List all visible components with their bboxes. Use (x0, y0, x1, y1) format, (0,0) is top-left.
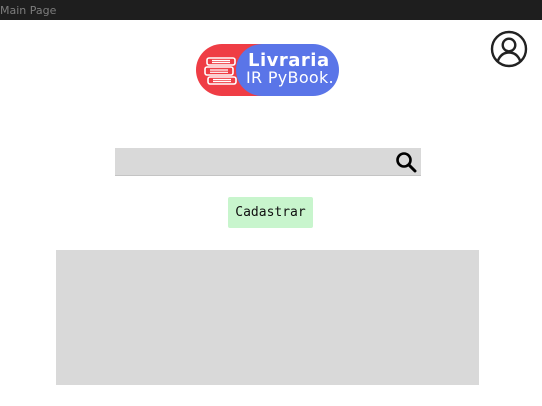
search-icon[interactable] (395, 151, 417, 173)
register-button[interactable]: Cadastrar (228, 197, 313, 228)
window-titlebar: Main Page (0, 0, 542, 20)
results-panel (56, 250, 479, 385)
search-input[interactable] (115, 148, 385, 176)
window-title: Main Page (0, 4, 57, 17)
logo-subtitle: IR PyBook. (246, 68, 334, 87)
search-bar (115, 148, 421, 176)
logo: Livraria IR PyBook. (196, 44, 339, 96)
user-circle-icon (490, 30, 528, 68)
account-button[interactable] (490, 30, 528, 68)
books-icon (204, 57, 237, 85)
